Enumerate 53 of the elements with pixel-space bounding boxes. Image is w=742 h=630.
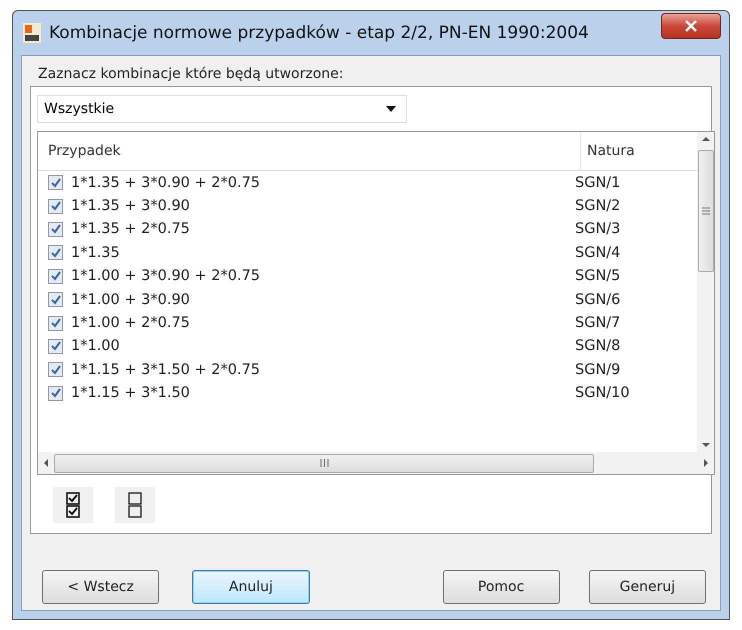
caret-icon xyxy=(386,106,396,112)
close-icon xyxy=(685,20,697,32)
checkbox[interactable] xyxy=(48,198,63,214)
scroll-right-icon[interactable] xyxy=(702,458,710,468)
case-cell-text: 1*1.35 + 3*0.90 + 2*0.75 xyxy=(71,174,262,191)
empty-boxes-icon xyxy=(128,492,142,518)
case-cell-text: 1*1.35 + 2*0.75 xyxy=(71,221,191,238)
checkbox[interactable] xyxy=(48,245,63,260)
case-cell-text: 1*1.15 + 3*1.50 xyxy=(71,385,191,402)
horizontal-scrollbar[interactable] xyxy=(38,452,714,474)
checked-boxes-icon xyxy=(66,492,80,518)
close-button[interactable] xyxy=(661,13,721,39)
dialog-button[interactable]: < Wstecz xyxy=(42,570,160,604)
grip-icon xyxy=(702,207,710,215)
window-title: Kombinacje normowe przypadków - etap 2/2, PN-EN 1990:2004 xyxy=(49,23,590,43)
case-cell-text: 1*1.00 + 3*0.90 + 2*0.75 xyxy=(71,268,262,284)
nature-cell: SGN/10 xyxy=(575,385,630,402)
case-cell-text: 1*1.00 xyxy=(71,338,121,354)
dialog-button[interactable]: Anuluj xyxy=(192,570,310,604)
vertical-scrollbar[interactable] xyxy=(697,132,714,452)
case-cell-text: 1*1.35 xyxy=(71,244,121,261)
case-cell-text: 1*1.35 + 3*0.90 xyxy=(71,198,191,214)
nature-cell: SGN/6 xyxy=(575,292,620,308)
checkbox[interactable] xyxy=(48,175,63,190)
checkbox[interactable] xyxy=(48,268,63,284)
case-cell-text: 1*1.00 + 3*0.90 xyxy=(71,292,191,308)
nature-cell: SGN/7 xyxy=(575,315,620,332)
nature-cell: SGN/3 xyxy=(575,221,620,238)
nature-cell: SGN/8 xyxy=(575,338,620,354)
nature-cell: SGN/2 xyxy=(575,198,620,214)
grip-icon xyxy=(320,459,328,467)
nature-cell: SGN/1 xyxy=(575,174,620,191)
checkbox[interactable] xyxy=(48,316,63,331)
column-header[interactable]: Przypadek xyxy=(48,143,121,159)
dialog-button[interactable]: Pomoc xyxy=(442,570,560,604)
case-cell-text: 1*1.15 + 3*1.50 + 2*0.75 xyxy=(71,362,262,378)
scroll-left-icon[interactable] xyxy=(42,458,50,468)
case-cell-text: 1*1.00 + 2*0.75 xyxy=(71,315,191,332)
checkbox[interactable] xyxy=(48,338,63,354)
filter-dropdown[interactable]: Wszystkie xyxy=(37,95,407,123)
nature-cell: SGN/5 xyxy=(575,268,620,284)
checkbox[interactable] xyxy=(48,362,63,378)
column-header[interactable]: Natura xyxy=(587,143,635,159)
checkbox[interactable] xyxy=(48,386,63,401)
dialog-button[interactable]: Generuj xyxy=(588,570,706,604)
check-all-button[interactable] xyxy=(53,487,93,523)
uncheck-all-button[interactable] xyxy=(115,487,155,523)
nature-cell: SGN/4 xyxy=(575,244,620,261)
nature-cell: SGN/9 xyxy=(575,362,620,378)
app-icon xyxy=(23,23,41,43)
checkbox[interactable] xyxy=(48,222,63,237)
prompt-label: Zaznacz kombinacje które będą utworzone: xyxy=(38,66,344,84)
checkbox[interactable] xyxy=(48,292,63,308)
